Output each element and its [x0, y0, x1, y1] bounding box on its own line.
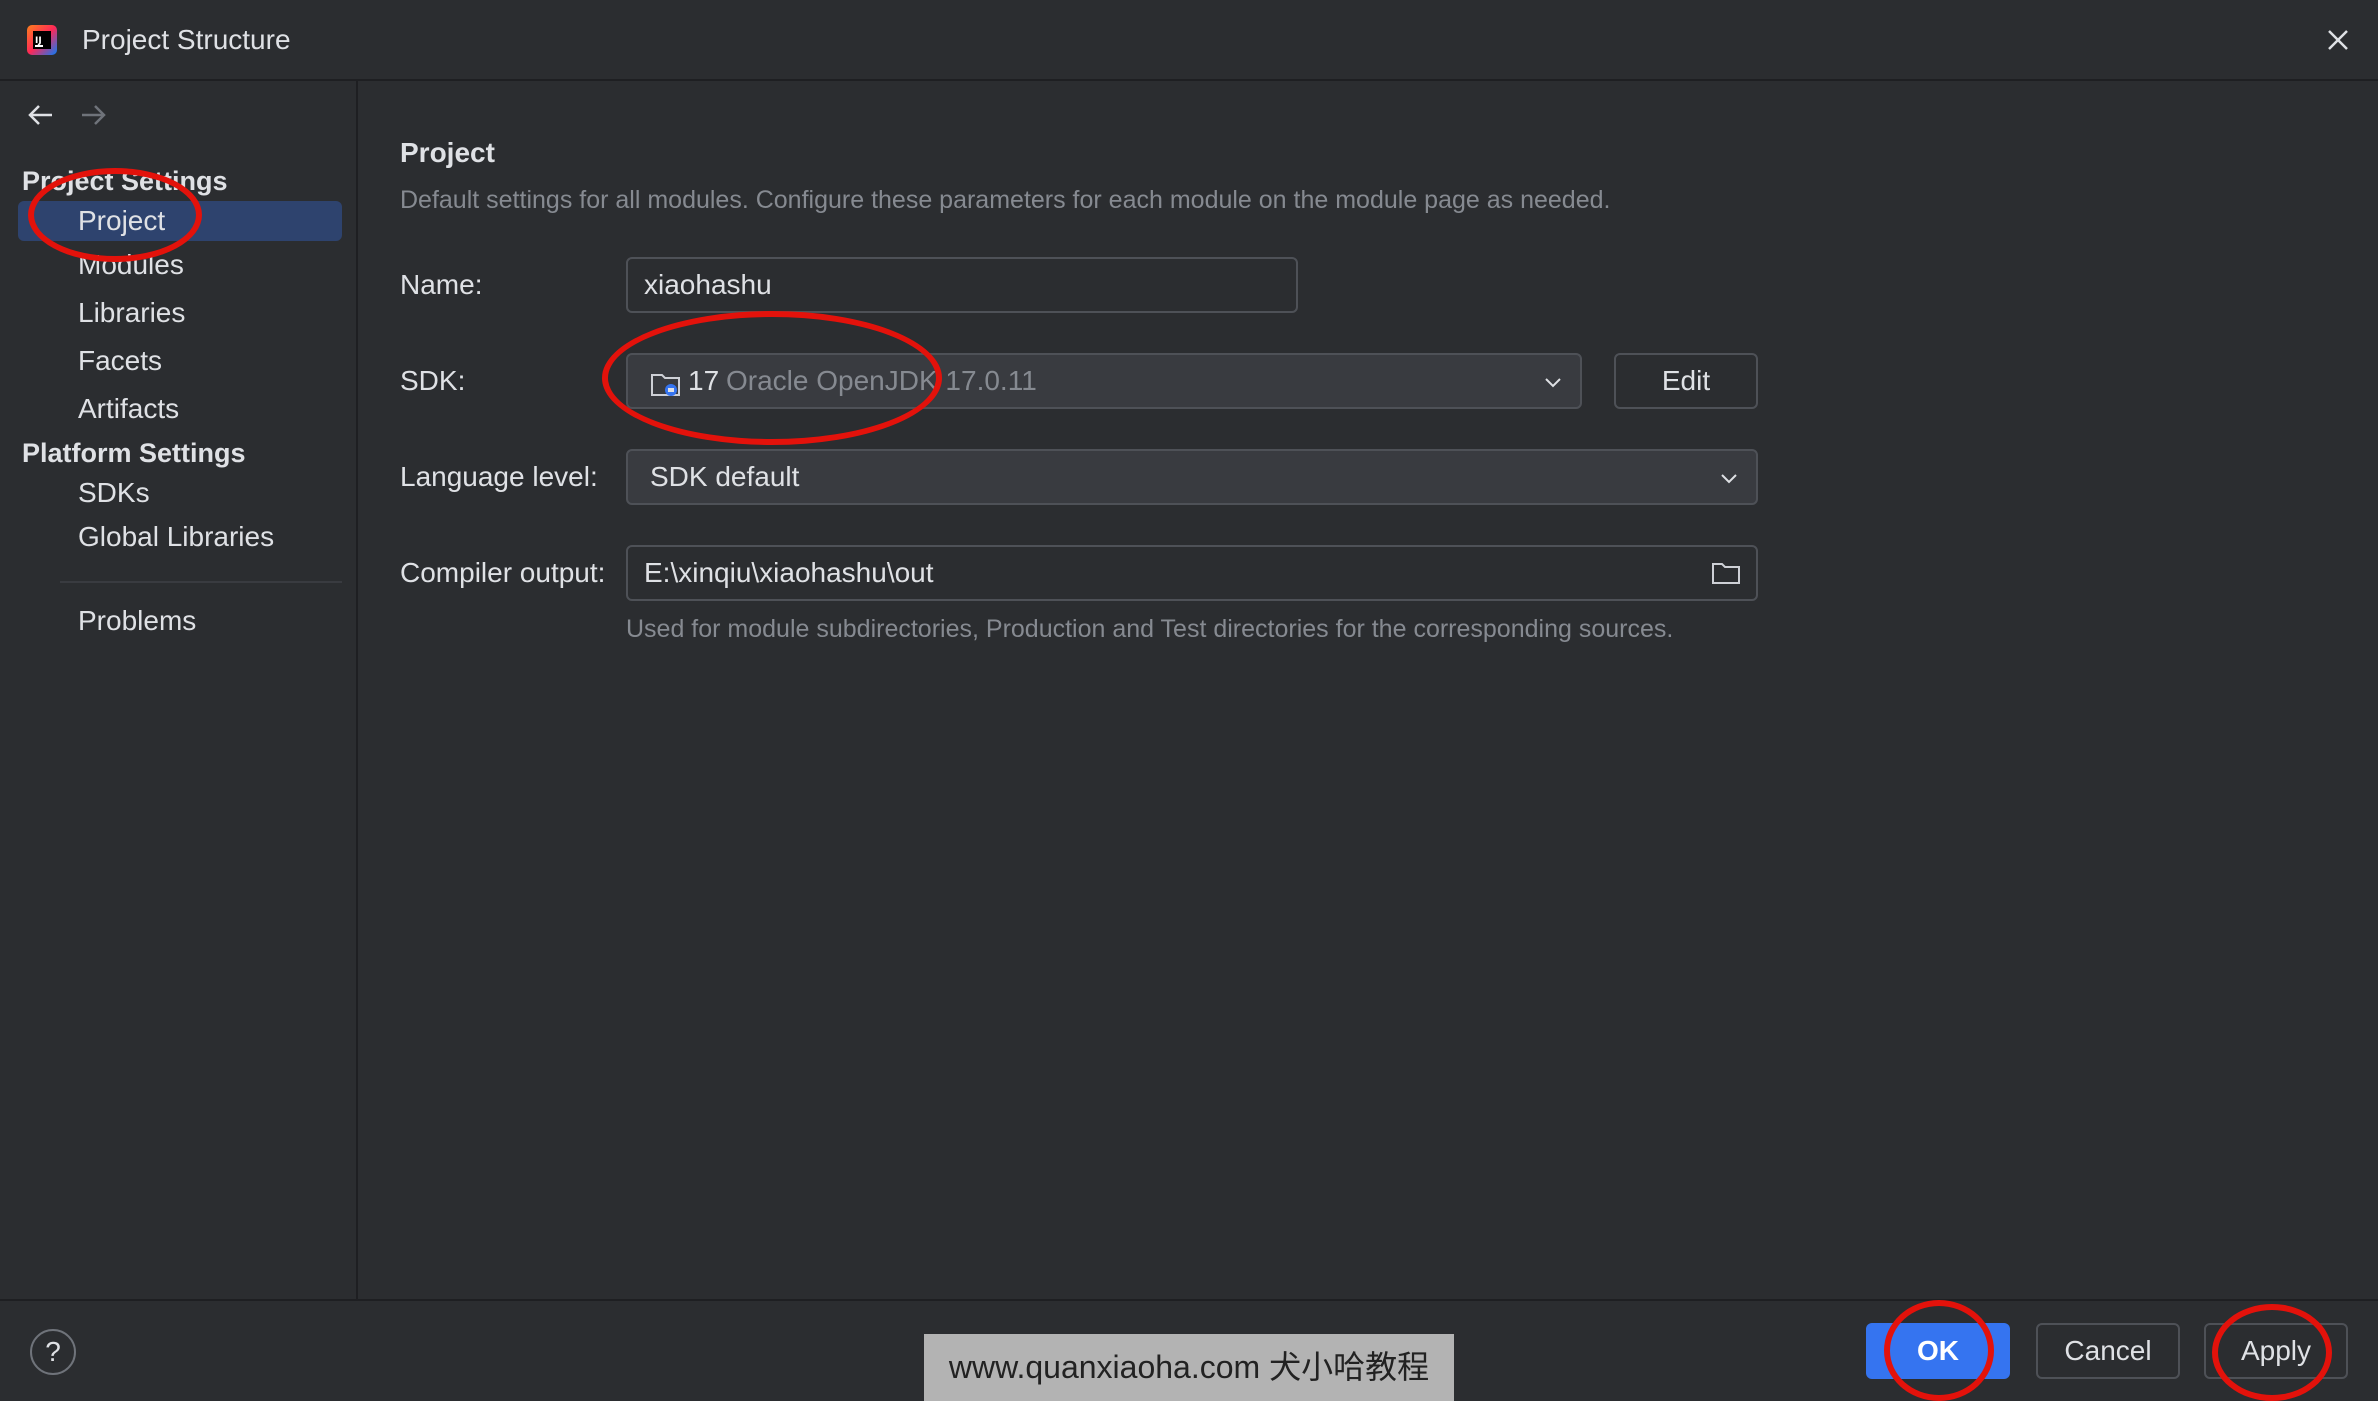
sidebar-item-global-libraries[interactable]: Global Libraries — [18, 517, 342, 557]
sidebar-item-problems[interactable]: Problems — [18, 601, 342, 641]
language-level-dropdown[interactable]: SDK default — [626, 449, 1758, 505]
compiler-output-label: Compiler output: — [400, 557, 606, 588]
watermark: www.quanxiaoha.com 犬小哈教程 — [924, 1334, 1454, 1401]
ok-button[interactable]: OK — [1866, 1323, 2010, 1379]
chevron-down-icon — [1721, 474, 1737, 484]
name-field[interactable]: xiaohashu — [626, 257, 1298, 313]
name-label: Name: — [400, 269, 483, 300]
sidebar-item-project[interactable]: Project — [18, 201, 342, 241]
arrow-right-icon[interactable] — [78, 100, 108, 130]
window-title: Project Structure — [82, 24, 291, 55]
apply-button[interactable]: Apply — [2204, 1323, 2348, 1379]
folder-icon[interactable] — [1710, 559, 1742, 587]
sdk-version: 17 — [688, 365, 720, 396]
name-value: xiaohashu — [644, 269, 772, 300]
svg-text:IJ: IJ — [35, 36, 42, 46]
sidebar-item-facets[interactable]: Facets — [18, 341, 342, 381]
sdk-detail: Oracle OpenJDK 17.0.11 — [726, 365, 1037, 396]
language-level-label: Language level: — [400, 461, 598, 492]
sidebar-item-artifacts[interactable]: Artifacts — [18, 389, 342, 429]
compiler-output-hint: Used for module subdirectories, Producti… — [626, 615, 1674, 643]
sdk-folder-icon — [651, 374, 680, 396]
sdk-label: SDK: — [400, 365, 466, 396]
sidebar-divider — [60, 581, 342, 583]
page-title: Project — [400, 137, 495, 168]
intellij-idea-icon: IJ — [27, 25, 57, 55]
cancel-button[interactable]: Cancel — [2036, 1323, 2180, 1379]
sdk-edit-button[interactable]: Edit — [1614, 353, 1758, 409]
title-bar: IJ Project Structure — [0, 0, 2378, 81]
compiler-output-value: E:\xinqiu\xiaohashu\out — [644, 557, 934, 588]
page-description: Default settings for all modules. Config… — [400, 186, 1611, 214]
chevron-down-icon — [1545, 378, 1561, 388]
arrow-left-icon[interactable] — [26, 100, 56, 130]
compiler-output-field[interactable]: E:\xinqiu\xiaohashu\out — [626, 545, 1758, 601]
sdk-dropdown[interactable]: 17 Oracle OpenJDK 17.0.11 — [626, 353, 1582, 409]
sidebar-item-sdks[interactable]: SDKs — [18, 473, 342, 513]
sidebar-item-libraries[interactable]: Libraries — [18, 293, 342, 333]
sidebar-item-modules[interactable]: Modules — [18, 245, 342, 285]
close-icon[interactable] — [2320, 22, 2356, 58]
help-button[interactable]: ? — [30, 1329, 76, 1375]
project-settings-heading: Project Settings — [22, 166, 228, 196]
platform-settings-heading: Platform Settings — [22, 438, 246, 468]
language-level-value: SDK default — [650, 461, 800, 492]
